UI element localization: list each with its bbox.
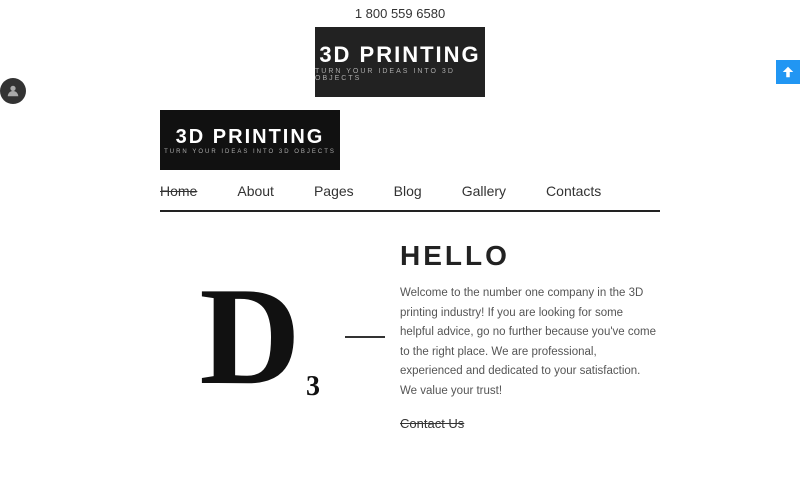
nav-item-blog[interactable]: Blog xyxy=(394,183,422,199)
small-number: 3 xyxy=(306,371,320,403)
logo-sub-title: TURN YOUR IDEAS INTO 3D OBJECTS xyxy=(164,149,336,155)
right-widget[interactable] xyxy=(776,60,800,84)
hero-sub-title: TURN YOUR IDEAS INTO 3D OBJECTS xyxy=(315,68,485,82)
hello-title: HELLO xyxy=(400,240,660,272)
text-content: HELLO Welcome to the number one company … xyxy=(390,240,660,433)
nav-item-about[interactable]: About xyxy=(237,183,274,199)
widget-icon xyxy=(781,65,795,79)
avatar-icon xyxy=(6,84,20,98)
logo-main-title: 3D PRINTING xyxy=(176,126,325,149)
dash-separator xyxy=(340,240,390,433)
nav-item-pages[interactable]: Pages xyxy=(314,183,354,199)
main-content: D 3 HELLO Welcome to the number one comp… xyxy=(160,240,660,433)
hero-main-title: 3D PRINTING xyxy=(319,42,480,68)
main-nav: Home About Pages Blog Gallery Contacts xyxy=(160,175,660,207)
phone-number: 1 800 559 6580 xyxy=(355,6,445,21)
nav-item-gallery[interactable]: Gallery xyxy=(462,183,506,199)
nav-item-home[interactable]: Home xyxy=(160,183,197,199)
hero-banner: 3D PRINTING TURN YOUR IDEAS INTO 3D OBJE… xyxy=(315,27,485,97)
nav-item-contacts[interactable]: Contacts xyxy=(546,183,601,199)
hello-description: Welcome to the number one company in the… xyxy=(400,284,660,401)
big-letter: D xyxy=(199,267,300,407)
contact-link[interactable]: Contact Us xyxy=(400,416,464,431)
logo-block: 3D PRINTING TURN YOUR IDEAS INTO 3D OBJE… xyxy=(160,110,340,170)
big-letter-wrapper: D 3 xyxy=(160,240,340,433)
left-avatar[interactable] xyxy=(0,78,26,104)
phone-bar: 1 800 559 6580 xyxy=(0,0,800,27)
nav-divider xyxy=(160,210,660,212)
